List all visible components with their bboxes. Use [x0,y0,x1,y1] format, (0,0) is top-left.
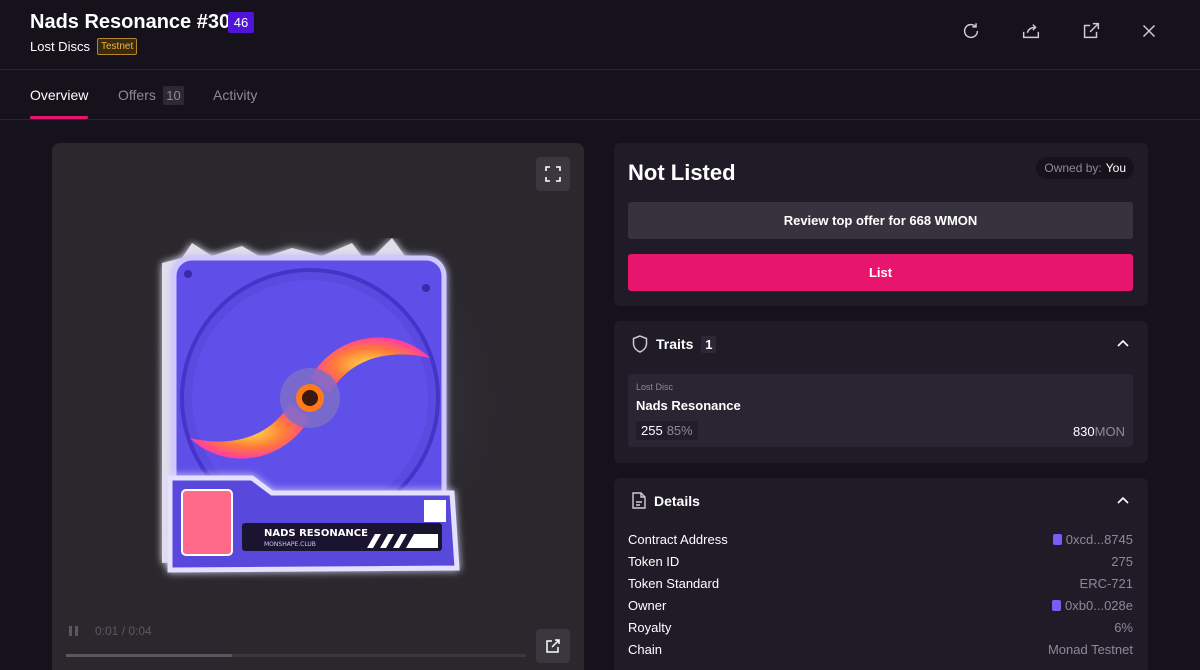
media-viewer: NADS RESONANCE MONSHAPE.CLUB 0:01 / 0:04 [52,143,584,670]
owner-name: You [1105,161,1126,175]
collection-link[interactable]: Lost Discs [30,39,90,54]
external-link-icon [546,639,560,653]
active-tab-indicator [30,116,88,119]
trait-rarity-percent: 85% [666,423,693,438]
detail-row-token-id: Token ID 275 [628,551,1133,571]
detail-row-chain: Chain Monad Testnet [628,639,1133,659]
share-icon[interactable] [1020,20,1042,42]
detail-row-owner: Owner 0xb0...028e [628,595,1133,615]
trait-floor-price: 830MON [1073,424,1125,439]
open-media-button[interactable] [536,629,570,663]
chevron-up-icon[interactable] [1116,337,1130,351]
listing-card: Not Listed Owned by: You Review top offe… [614,143,1148,306]
detail-label: Token ID [628,553,680,569]
details-header[interactable]: Details [632,492,700,509]
details-card: Details Contract Address 0xcd...8745 Tok… [614,478,1148,670]
video-time: 0:01 / 0:04 [95,624,152,638]
artwork-title: NADS RESONANCE [264,528,368,539]
contract-address-link[interactable]: 0xcd...8745 [1052,531,1133,547]
detail-label: Owner [628,597,667,613]
review-offer-button[interactable]: Review top offer for 668 WMON [628,202,1133,239]
trait-type: Lost Disc [636,382,674,392]
external-link-icon[interactable] [1080,20,1102,42]
traits-card: Traits 1 Lost Disc Nads Resonance 255 85… [614,321,1148,463]
fullscreen-button[interactable] [536,157,570,191]
monad-icon [1052,533,1062,545]
expand-icon [545,166,561,182]
rank-badge: 46 [228,12,254,33]
detail-row-royalty: Royalty 6% [628,617,1133,637]
tab-overview[interactable]: Overview [30,87,88,103]
testnet-badge: Testnet [97,38,138,55]
traits-heading: Traits [656,336,694,352]
detail-label: Contract Address [628,531,728,547]
refresh-icon[interactable] [960,20,982,42]
detail-value: ERC-721 [1079,575,1133,591]
trait-price-unit: MON [1094,424,1125,439]
artwork-subtitle: MONSHAPE.CLUB [264,541,316,548]
detail-row-contract: Contract Address 0xcd...8745 [628,529,1133,549]
listing-status: Not Listed [628,160,736,185]
video-progress-bar[interactable] [66,654,526,657]
chevron-up-icon[interactable] [1116,494,1130,508]
page-title: Nads Resonance #30 [30,11,231,33]
trait-price-value: 830 [1072,424,1095,439]
nft-artwork: NADS RESONANCE MONSHAPE.CLUB [162,238,460,573]
pause-icon[interactable] [67,624,81,638]
monad-icon [1052,599,1062,611]
detail-value: 275 [1111,553,1133,569]
close-icon[interactable] [1138,20,1160,42]
owned-by-pill: Owned by: You [1036,157,1134,179]
details-heading: Details [654,492,700,509]
tab-offers[interactable]: Offers [118,87,156,103]
detail-value: 6% [1114,619,1133,635]
shield-icon [632,335,648,353]
trait-item[interactable]: Lost Disc Nads Resonance 255 85% 830MON [628,374,1133,447]
video-progress-fill [66,654,232,657]
detail-label: Royalty [628,619,672,635]
detail-row-token-standard: Token Standard ERC-721 [628,573,1133,593]
trait-count: 255 85% [636,421,698,440]
tab-activity[interactable]: Activity [213,87,257,103]
detail-label: Token Standard [628,575,720,591]
detail-value: 0xb0...028e [1065,597,1133,613]
header: Nads Resonance #30 46 Lost Discs Testnet [0,0,1200,70]
detail-label: Chain [628,641,662,657]
document-icon [632,492,646,509]
traits-count-badge: 1 [701,335,717,353]
offers-count-badge: 10 [163,86,184,105]
detail-value: 0xcd...8745 [1065,531,1133,547]
owner-address-link[interactable]: 0xb0...028e [1052,598,1133,613]
list-button[interactable]: List [628,254,1133,291]
detail-value: Monad Testnet [1047,641,1133,657]
owned-by-label: Owned by: [1044,161,1102,175]
trait-count-value: 255 [641,423,663,438]
trait-value: Nads Resonance [636,398,741,413]
traits-header[interactable]: Traits 1 [632,335,717,353]
